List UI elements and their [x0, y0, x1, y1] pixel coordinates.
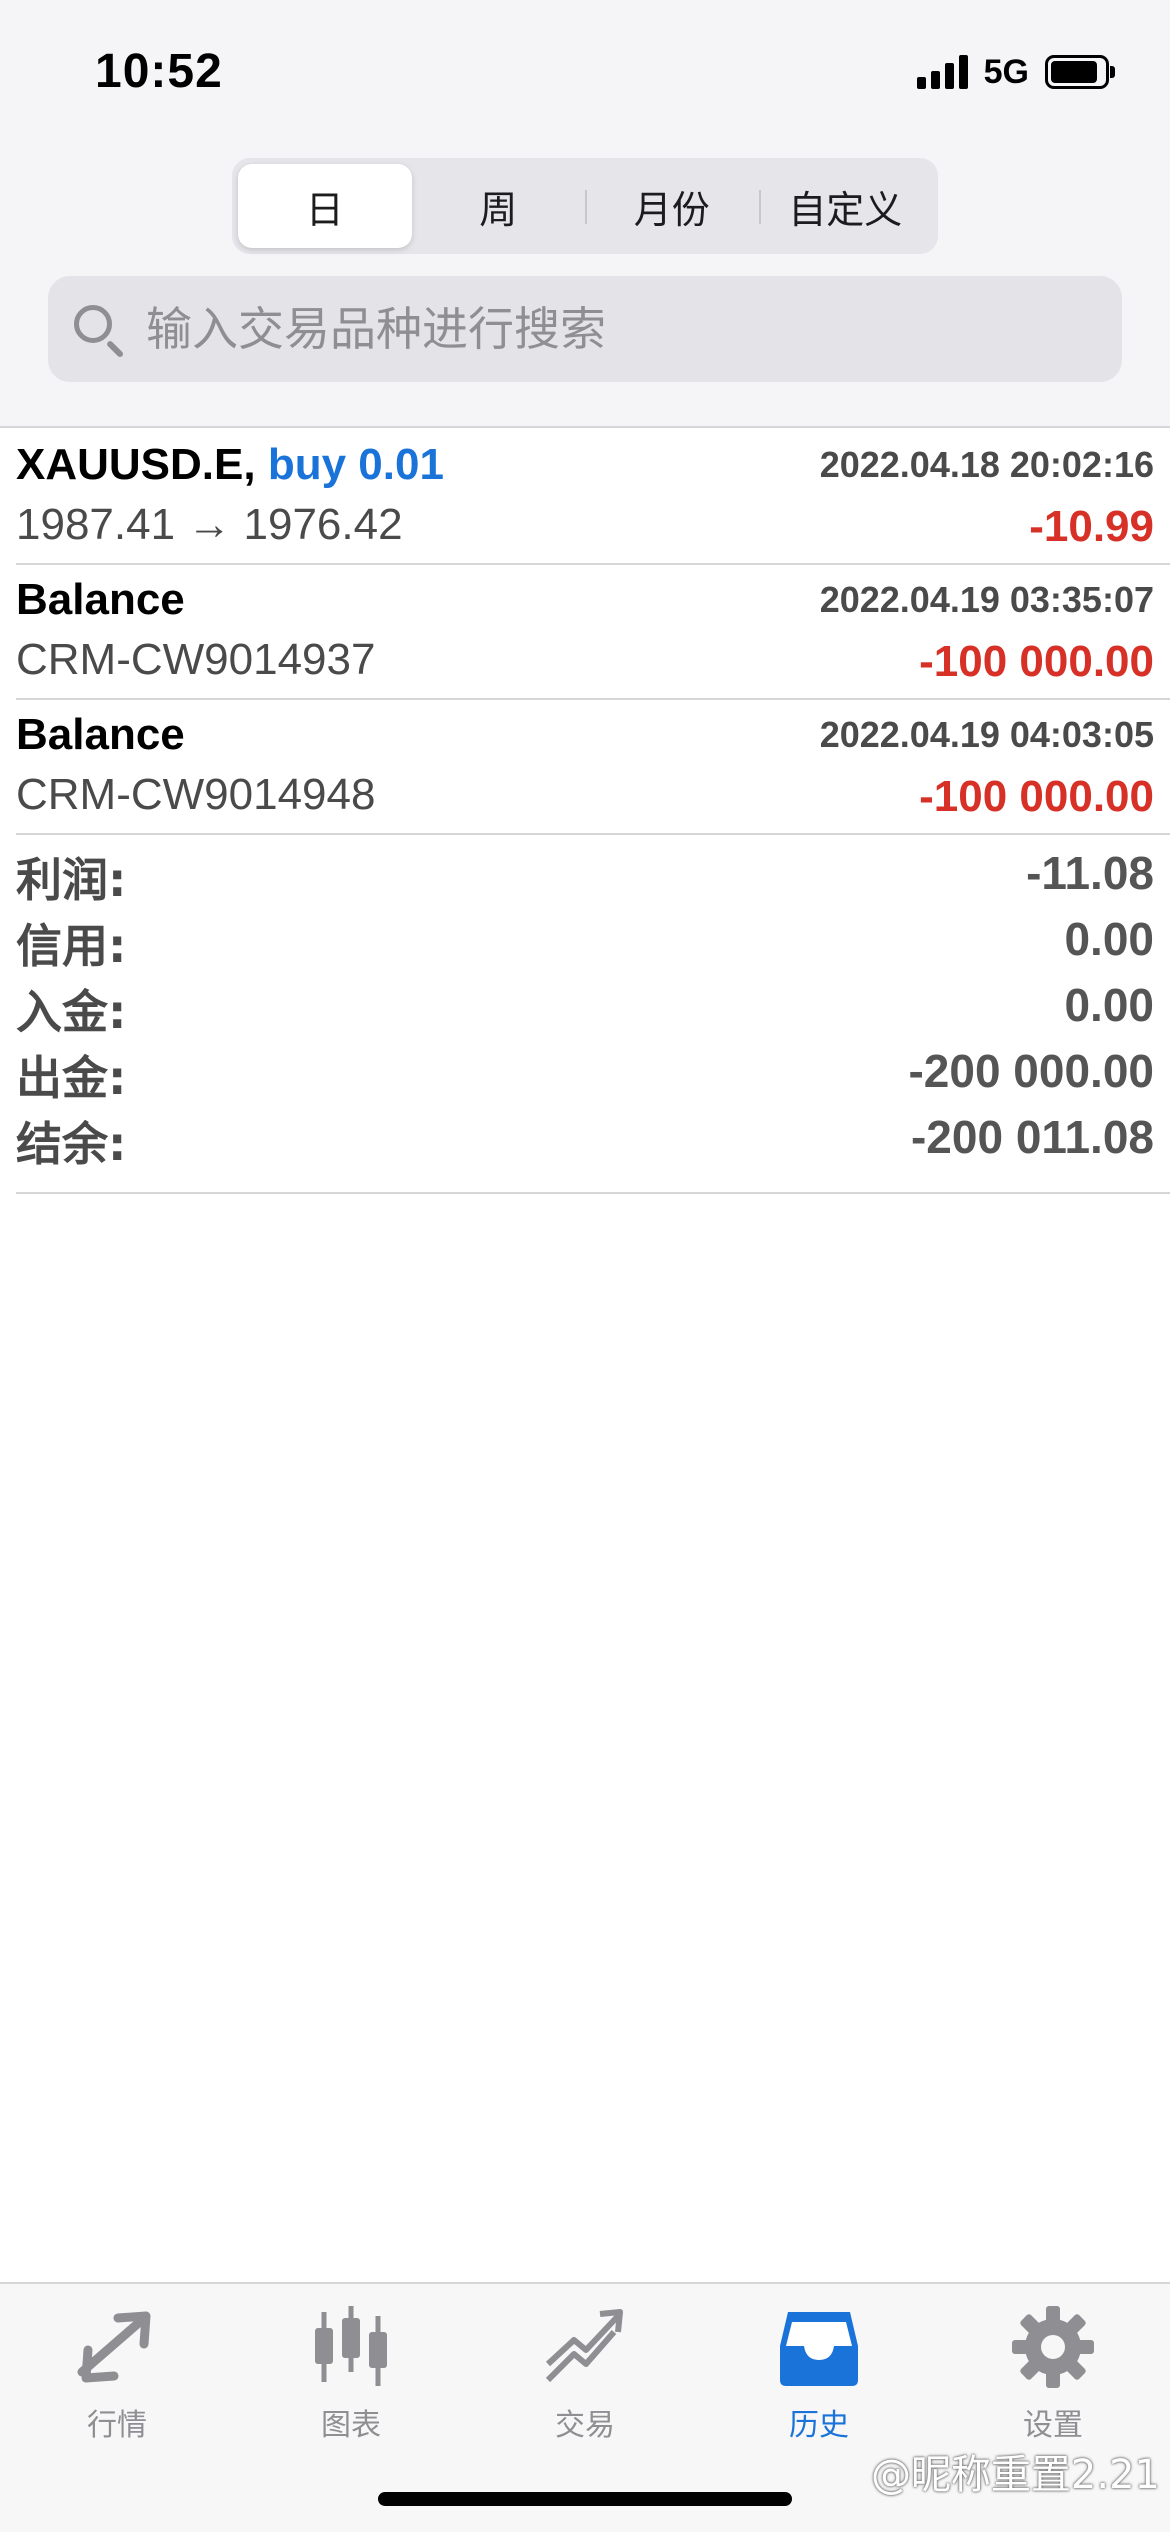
row-amount: -100 000.00: [919, 772, 1154, 821]
summary-label: 入金:: [16, 985, 127, 1039]
status-bar: 10:52 5G: [0, 0, 1170, 150]
row-detail: CRM-CW9014937: [16, 635, 376, 684]
segment-day[interactable]: 日: [238, 164, 412, 248]
candlestick-chart-icon: [306, 2302, 396, 2392]
trade-trend-icon: [540, 2302, 630, 2392]
tab-trade[interactable]: 交易: [468, 2302, 702, 2444]
summary-balance: 结余: -200 011.08: [16, 1102, 1170, 1171]
history-summary: 利润: -11.08 信用: 0.00 入金: 0.00 出金: -200 00…: [16, 838, 1170, 1194]
watermark: @昵称重置2.21: [870, 2452, 1160, 2498]
row-title: Balance: [16, 575, 185, 625]
tab-label: 设置: [1023, 2408, 1083, 2443]
summary-label: 利润:: [16, 853, 127, 907]
summary-value: 0.00: [1064, 979, 1154, 1031]
summary-label: 信用:: [16, 919, 127, 973]
summary-value: -200 011.08: [910, 1111, 1154, 1163]
row-symbol: Balance: [16, 710, 185, 759]
row-amount: -10.99: [1029, 502, 1154, 551]
row-time: 2022.04.19 04:03:05: [819, 714, 1154, 755]
tab-label: 行情: [87, 2408, 147, 2443]
tab-charts[interactable]: 图表: [234, 2302, 468, 2444]
history-inbox-icon: [774, 2302, 864, 2392]
history-header: 日 周 月份 自定义: [0, 150, 1170, 428]
period-segmented-control: 日 周 月份 自定义: [232, 158, 938, 254]
row-detail: CRM-CW9014948: [16, 770, 376, 819]
symbol-search-input[interactable]: [128, 276, 1122, 382]
tab-label: 图表: [321, 2408, 381, 2443]
history-screen: 10:52 5G 日 周 月份 自定义 XAU: [0, 0, 1170, 2532]
summary-withdrawal: 出金: -200 000.00: [16, 1036, 1170, 1105]
status-time: 10:52: [95, 45, 223, 98]
summary-label: 结余:: [16, 1117, 127, 1171]
quotes-arrows-icon: [72, 2302, 162, 2392]
summary-value: -200 000.00: [908, 1045, 1154, 1097]
segment-custom[interactable]: 自定义: [758, 164, 933, 248]
history-row[interactable]: Balance 2022.04.19 04:03:05 CRM-CW901494…: [16, 700, 1170, 835]
battery-icon: [1045, 55, 1115, 89]
network-type: 5G: [983, 52, 1029, 91]
search-bar[interactable]: [48, 276, 1122, 382]
summary-profit: 利润: -11.08: [16, 838, 1170, 907]
tab-settings[interactable]: 设置: [936, 2302, 1170, 2444]
status-indicators: 5G: [916, 52, 1115, 92]
summary-label: 出金:: [16, 1051, 127, 1105]
home-indicator[interactable]: [378, 2492, 792, 2506]
history-row[interactable]: XAUUSD.E, buy 0.01 2022.04.18 20:02:16 1…: [16, 430, 1170, 565]
row-title: Balance: [16, 710, 185, 760]
row-time: 2022.04.18 20:02:16: [819, 444, 1154, 485]
row-detail: 1987.41 → 1976.42: [16, 500, 403, 549]
search-icon: [68, 299, 128, 359]
summary-value: 0.00: [1064, 913, 1154, 965]
gear-icon: [1008, 2302, 1098, 2392]
segment-week[interactable]: 周: [412, 164, 586, 248]
cellular-signal-icon: [916, 55, 968, 89]
row-time: 2022.04.19 03:35:07: [819, 579, 1154, 620]
tab-label: 历史: [789, 2408, 849, 2443]
row-title: XAUUSD.E, buy 0.01: [16, 440, 444, 490]
summary-deposit: 入金: 0.00: [16, 970, 1170, 1039]
row-symbol: XAUUSD.E,: [16, 440, 256, 489]
segment-month[interactable]: 月份: [585, 164, 759, 248]
summary-credit: 信用: 0.00: [16, 904, 1170, 973]
tab-quotes[interactable]: 行情: [0, 2302, 234, 2444]
tab-history[interactable]: 历史: [702, 2302, 936, 2444]
summary-value: -11.08: [1026, 847, 1154, 899]
row-action: buy 0.01: [267, 440, 444, 489]
tab-label: 交易: [555, 2408, 615, 2443]
history-list: XAUUSD.E, buy 0.01 2022.04.18 20:02:16 1…: [0, 430, 1170, 835]
row-symbol: Balance: [16, 575, 185, 624]
row-amount: -100 000.00: [919, 637, 1154, 686]
history-row[interactable]: Balance 2022.04.19 03:35:07 CRM-CW901493…: [16, 565, 1170, 700]
